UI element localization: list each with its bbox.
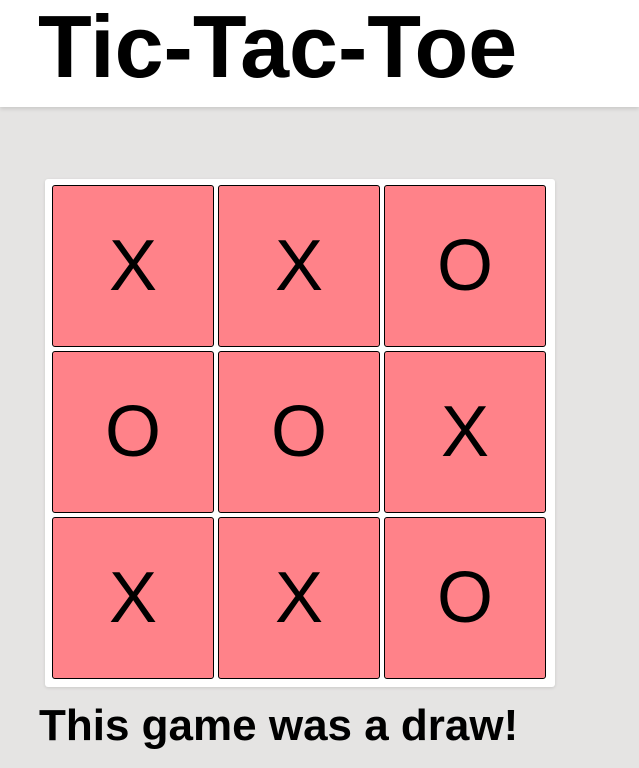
board-cell-8[interactable]: O [384,517,546,679]
board-cell-7[interactable]: X [218,517,380,679]
board-cell-2[interactable]: O [384,185,546,347]
board-cell-4[interactable]: O [218,351,380,513]
board-cell-0[interactable]: X [52,185,214,347]
board-cell-5[interactable]: X [384,351,546,513]
board-cell-6[interactable]: X [52,517,214,679]
game-status-message: This game was a draw! [39,701,519,750]
game-board-container: X X O O O X X X O [45,179,555,687]
board-cell-1[interactable]: X [218,185,380,347]
header-bar: Tic-Tac-Toe [0,0,639,107]
board-cell-3[interactable]: O [52,351,214,513]
game-board: X X O O O X X X O [52,185,546,679]
page-title: Tic-Tac-Toe [38,0,518,96]
